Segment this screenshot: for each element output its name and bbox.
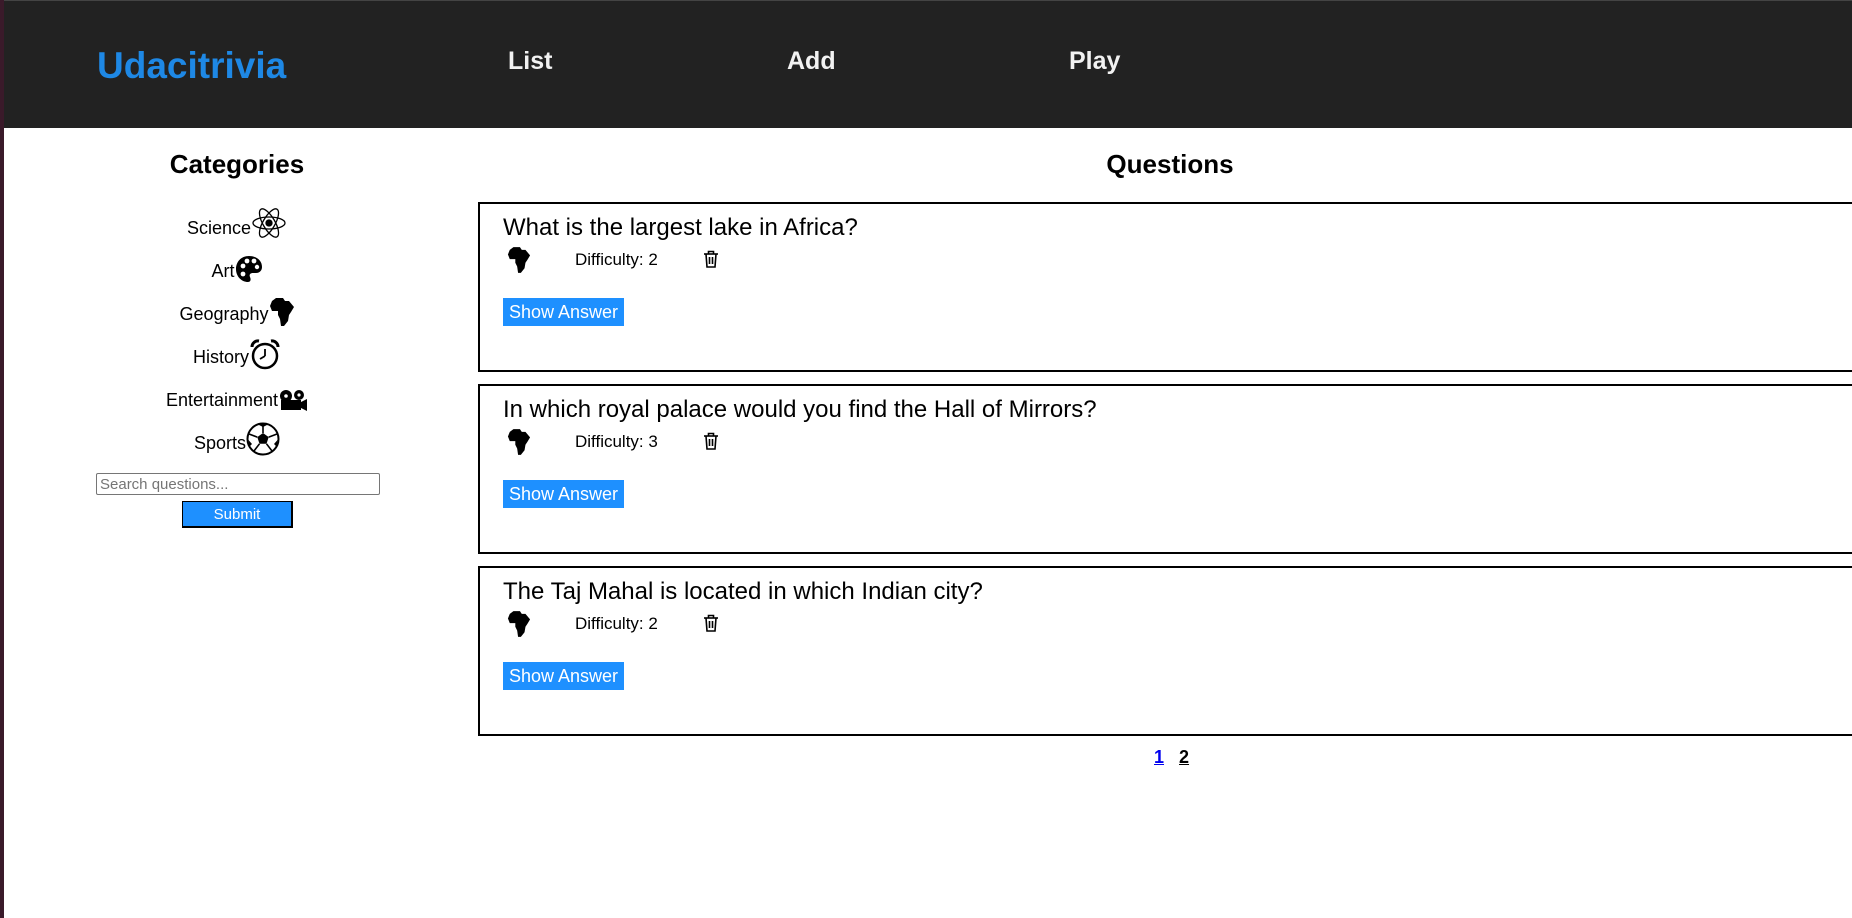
film-camera-icon <box>278 389 308 413</box>
category-label: History <box>192 347 249 367</box>
category-sports[interactable]: Sports <box>4 416 470 456</box>
category-label: Entertainment <box>165 390 279 410</box>
question-meta: Difficulty: 3 <box>503 428 903 458</box>
trash-icon[interactable] <box>703 250 719 273</box>
search-input[interactable] <box>96 473 380 495</box>
page-link-2[interactable]: 2 <box>1179 747 1189 767</box>
category-geography[interactable]: Geography <box>4 287 470 327</box>
category-label: Art <box>211 261 235 281</box>
atom-icon <box>251 205 287 241</box>
africa-icon <box>507 428 531 461</box>
categories-title: Categories <box>169 149 305 179</box>
question-card: What is the largest lake in Africa? Diff… <box>478 202 1852 372</box>
question-text: In which royal palace would you find the… <box>503 396 1097 423</box>
difficulty-label: Difficulty: 2 <box>575 250 658 269</box>
africa-icon <box>507 610 531 643</box>
category-entertainment[interactable]: Entertainment <box>4 373 470 413</box>
show-answer-button[interactable]: Show Answer <box>503 662 625 690</box>
category-label: Sports <box>193 433 247 453</box>
top-navbar: Udacitrivia List Add Play <box>4 0 1852 128</box>
brand-logo-link[interactable]: Udacitrivia <box>97 45 286 87</box>
palette-icon <box>235 254 263 284</box>
trash-icon[interactable] <box>703 432 719 455</box>
nav-add-link[interactable]: Add <box>787 47 836 76</box>
questions-title: Questions <box>1106 149 1234 179</box>
alarm-clock-icon <box>249 338 281 370</box>
submit-button[interactable]: Submit <box>182 501 293 528</box>
question-meta: Difficulty: 2 <box>503 610 903 640</box>
question-text: The Taj Mahal is located in which Indian… <box>503 578 983 605</box>
question-meta: Difficulty: 2 <box>503 246 903 276</box>
africa-icon <box>269 297 295 327</box>
categories-sidebar: Categories Science Art Geography History… <box>4 127 470 918</box>
category-label: Science <box>186 218 252 238</box>
africa-icon <box>507 246 531 279</box>
question-card: The Taj Mahal is located in which Indian… <box>478 566 1852 736</box>
category-science[interactable]: Science <box>4 201 470 241</box>
category-history[interactable]: History <box>4 330 470 370</box>
category-label: Geography <box>179 304 269 324</box>
difficulty-label: Difficulty: 2 <box>575 614 658 633</box>
trash-icon[interactable] <box>703 614 719 637</box>
nav-play-link[interactable]: Play <box>1069 47 1120 76</box>
question-text: What is the largest lake in Africa? <box>503 214 858 241</box>
category-art[interactable]: Art <box>4 244 470 284</box>
question-card: In which royal palace would you find the… <box>478 384 1852 554</box>
page-link-1[interactable]: 1 <box>1154 747 1164 767</box>
show-answer-button[interactable]: Show Answer <box>503 480 625 508</box>
nav-list-link[interactable]: List <box>508 47 552 76</box>
difficulty-label: Difficulty: 3 <box>575 432 658 451</box>
soccer-ball-icon <box>246 422 280 456</box>
show-answer-button[interactable]: Show Answer <box>503 298 625 326</box>
pagination: 1 2 <box>1154 747 1199 768</box>
